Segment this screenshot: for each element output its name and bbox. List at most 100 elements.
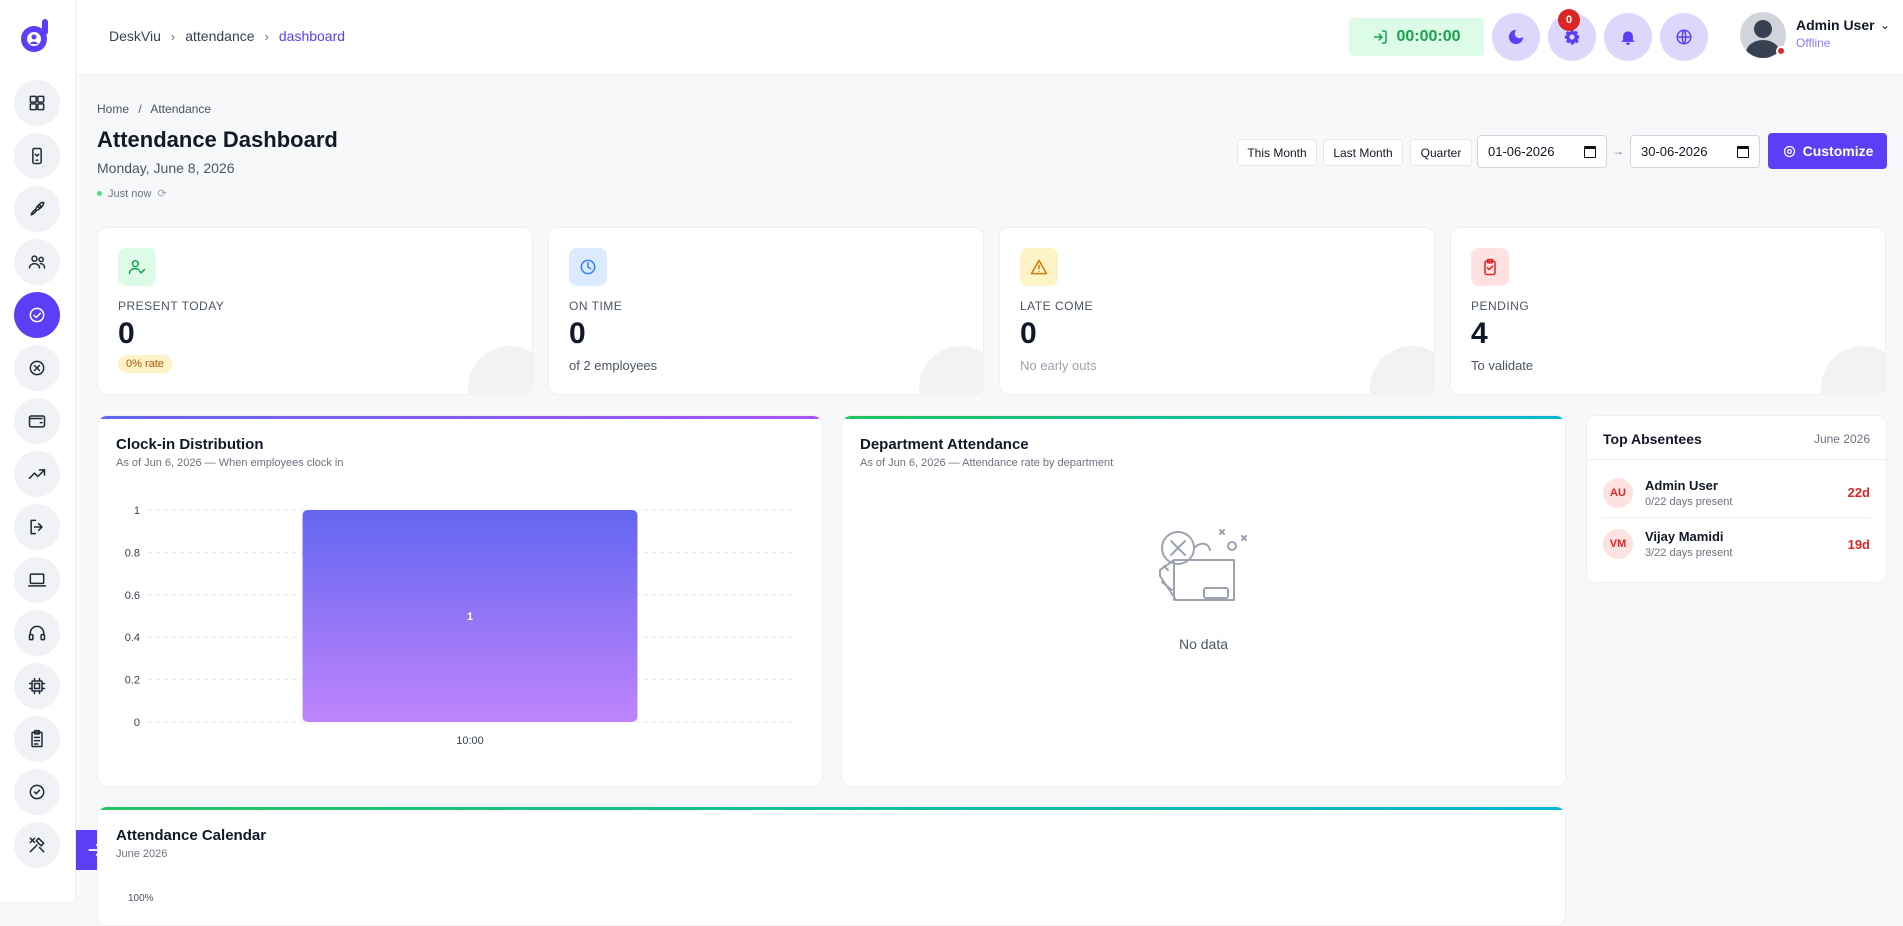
- sidebar-item-laptop[interactable]: [14, 557, 60, 603]
- decorative-circle: [1370, 346, 1434, 394]
- clipboard-icon: [31, 729, 43, 748]
- sidebar-item-mobile[interactable]: [14, 133, 60, 179]
- logout-icon: [30, 519, 43, 535]
- y-tick-label: 0.6: [125, 590, 140, 602]
- stat-subtext: No early outs: [1020, 358, 1097, 373]
- card-title: Department Attendance: [860, 436, 1029, 453]
- last-updated: Just now ⟳: [97, 187, 167, 200]
- absentee-days: 0/22 days present: [1645, 495, 1733, 508]
- date-to-value: 30-06-2026: [1641, 144, 1708, 159]
- sidebar-item-wallet[interactable]: [14, 398, 60, 444]
- empty-state-text: No data: [1178, 636, 1229, 652]
- trend-icon: [28, 469, 46, 479]
- absentee-count: 22d: [1847, 485, 1870, 500]
- gear-icon: [1783, 145, 1795, 157]
- stat-card-pending[interactable]: PENDING 4 To validate: [1450, 227, 1886, 395]
- page-breadcrumb: Home / Attendance: [97, 102, 211, 116]
- filter-quarter-button[interactable]: Quarter: [1410, 139, 1472, 166]
- sidebar-item-headset[interactable]: [14, 610, 60, 656]
- breadcrumb-separator: /: [138, 102, 142, 116]
- y-tick-label: 0.2: [125, 675, 140, 687]
- stat-subtext: of 2 employees: [569, 358, 658, 373]
- clockin-bar-chart: 0 0.2 0.4 0.6 0.8 1 1 10:00: [125, 505, 792, 747]
- card-title: Top Absentees: [1603, 431, 1702, 447]
- moon-icon: [1508, 29, 1524, 45]
- sidebar-item-chip[interactable]: [14, 663, 60, 709]
- absentee-row[interactable]: AU Admin User 0/22 days present 22d: [1603, 468, 1870, 518]
- notifications-button[interactable]: [1604, 13, 1652, 61]
- card-subtitle: June 2026: [116, 848, 168, 860]
- chevron-right-icon: ›: [264, 28, 269, 44]
- page-title: Attendance Dashboard: [97, 127, 338, 152]
- clock-in-timer-button[interactable]: 00:00:00: [1349, 18, 1484, 56]
- notification-count-badge: 0: [1558, 9, 1580, 31]
- absentee-name: Vijay Mamidi: [1645, 529, 1724, 544]
- mobile-icon: [32, 147, 42, 165]
- decorative-circle: [1821, 346, 1885, 394]
- top-absentees-card: Top Absentees June 2026 AU Admin User 0/22…: [1586, 415, 1887, 583]
- stat-value: 4: [1471, 317, 1488, 350]
- breadcrumb-current: dashboard: [278, 28, 346, 44]
- card-accent-line: [842, 416, 1565, 419]
- clock-icon: [569, 248, 607, 286]
- stat-label: PRESENT TODAY: [118, 299, 225, 313]
- sidebar-item-trend[interactable]: [14, 451, 60, 497]
- stat-value: 0: [1020, 317, 1037, 350]
- empty-state-illustration: [1159, 529, 1247, 601]
- filter-this-month-button[interactable]: This Month: [1237, 139, 1317, 166]
- status-dot: [1776, 46, 1786, 56]
- sidebar-item-close-circle[interactable]: [14, 345, 60, 391]
- stat-card-present-today[interactable]: PRESENT TODAY 0 0% rate: [97, 227, 533, 395]
- chevron-right-icon: ›: [170, 28, 176, 44]
- clockin-distribution-card: Clock-in Distribution As of Jun 6, 2026 …: [97, 415, 823, 787]
- stat-label: LATE COME: [1020, 299, 1093, 313]
- absentee-name: Admin User: [1645, 477, 1718, 493]
- sidebar-item-dashboard[interactable]: [14, 80, 60, 126]
- breadcrumb-home[interactable]: Home: [97, 102, 129, 116]
- breadcrumb-section[interactable]: attendance: [185, 28, 254, 44]
- updated-text: Just now: [108, 187, 152, 200]
- user-name[interactable]: Admin User: [1796, 17, 1875, 33]
- users-icon: [28, 255, 46, 269]
- sidebar-item-users[interactable]: [14, 239, 60, 285]
- customize-button[interactable]: Customize: [1768, 133, 1887, 169]
- bar-data-label: 1: [467, 611, 473, 623]
- globe-icon: [1676, 29, 1692, 45]
- breadcrumb-root[interactable]: DeskViu: [109, 28, 161, 44]
- sidebar-item-tools[interactable]: [14, 822, 60, 868]
- date-to-input[interactable]: 30-06-2026: [1630, 135, 1760, 168]
- sidebar: [0, 0, 76, 901]
- sidebar-item-logout[interactable]: [14, 504, 60, 550]
- card-accent-line: [98, 807, 1565, 810]
- wallet-icon: [28, 415, 46, 428]
- app-logo[interactable]: [20, 18, 52, 54]
- clipboard-check-icon: [1471, 248, 1509, 286]
- card-title: Clock-in Distribution: [116, 436, 264, 453]
- decorative-circle: [919, 346, 983, 394]
- sidebar-item-attendance[interactable]: [14, 292, 60, 338]
- absentee-row[interactable]: VM Vijay Mamidi 3/22 days present 19d: [1603, 519, 1870, 569]
- attendance-icon: [29, 307, 45, 323]
- sidebar-item-check-circle[interactable]: [14, 769, 60, 815]
- login-icon: [1374, 30, 1388, 44]
- calendar-icon: [1737, 145, 1749, 158]
- language-button[interactable]: [1660, 13, 1708, 61]
- absentee-count: 19d: [1847, 536, 1870, 552]
- filter-last-month-button[interactable]: Last Month: [1323, 139, 1403, 166]
- y-tick-label: 0.4: [125, 632, 140, 644]
- refresh-icon[interactable]: ⟳: [157, 187, 166, 200]
- date-from-input[interactable]: 01-06-2026: [1477, 135, 1607, 168]
- dashboard-icon: [29, 95, 45, 111]
- sidebar-item-rocket[interactable]: [14, 186, 60, 232]
- chevron-down-icon[interactable]: ⌄: [1880, 18, 1890, 32]
- sidebar-item-clipboard[interactable]: [14, 716, 60, 762]
- y-tick-label: 1: [134, 505, 140, 517]
- tools-icon: [29, 837, 45, 853]
- attendance-calendar-card: Attendance Calendar June 2026 100%: [97, 806, 1566, 926]
- stat-card-late-come[interactable]: LATE COME 0 No early outs: [999, 227, 1435, 395]
- y-tick-label: 0: [134, 717, 140, 729]
- stat-card-on-time[interactable]: ON TIME 0 of 2 employees: [548, 227, 984, 395]
- dark-mode-button[interactable]: [1492, 13, 1540, 61]
- user-check-icon: [118, 248, 156, 286]
- page-date: Monday, June 8, 2026: [97, 160, 235, 176]
